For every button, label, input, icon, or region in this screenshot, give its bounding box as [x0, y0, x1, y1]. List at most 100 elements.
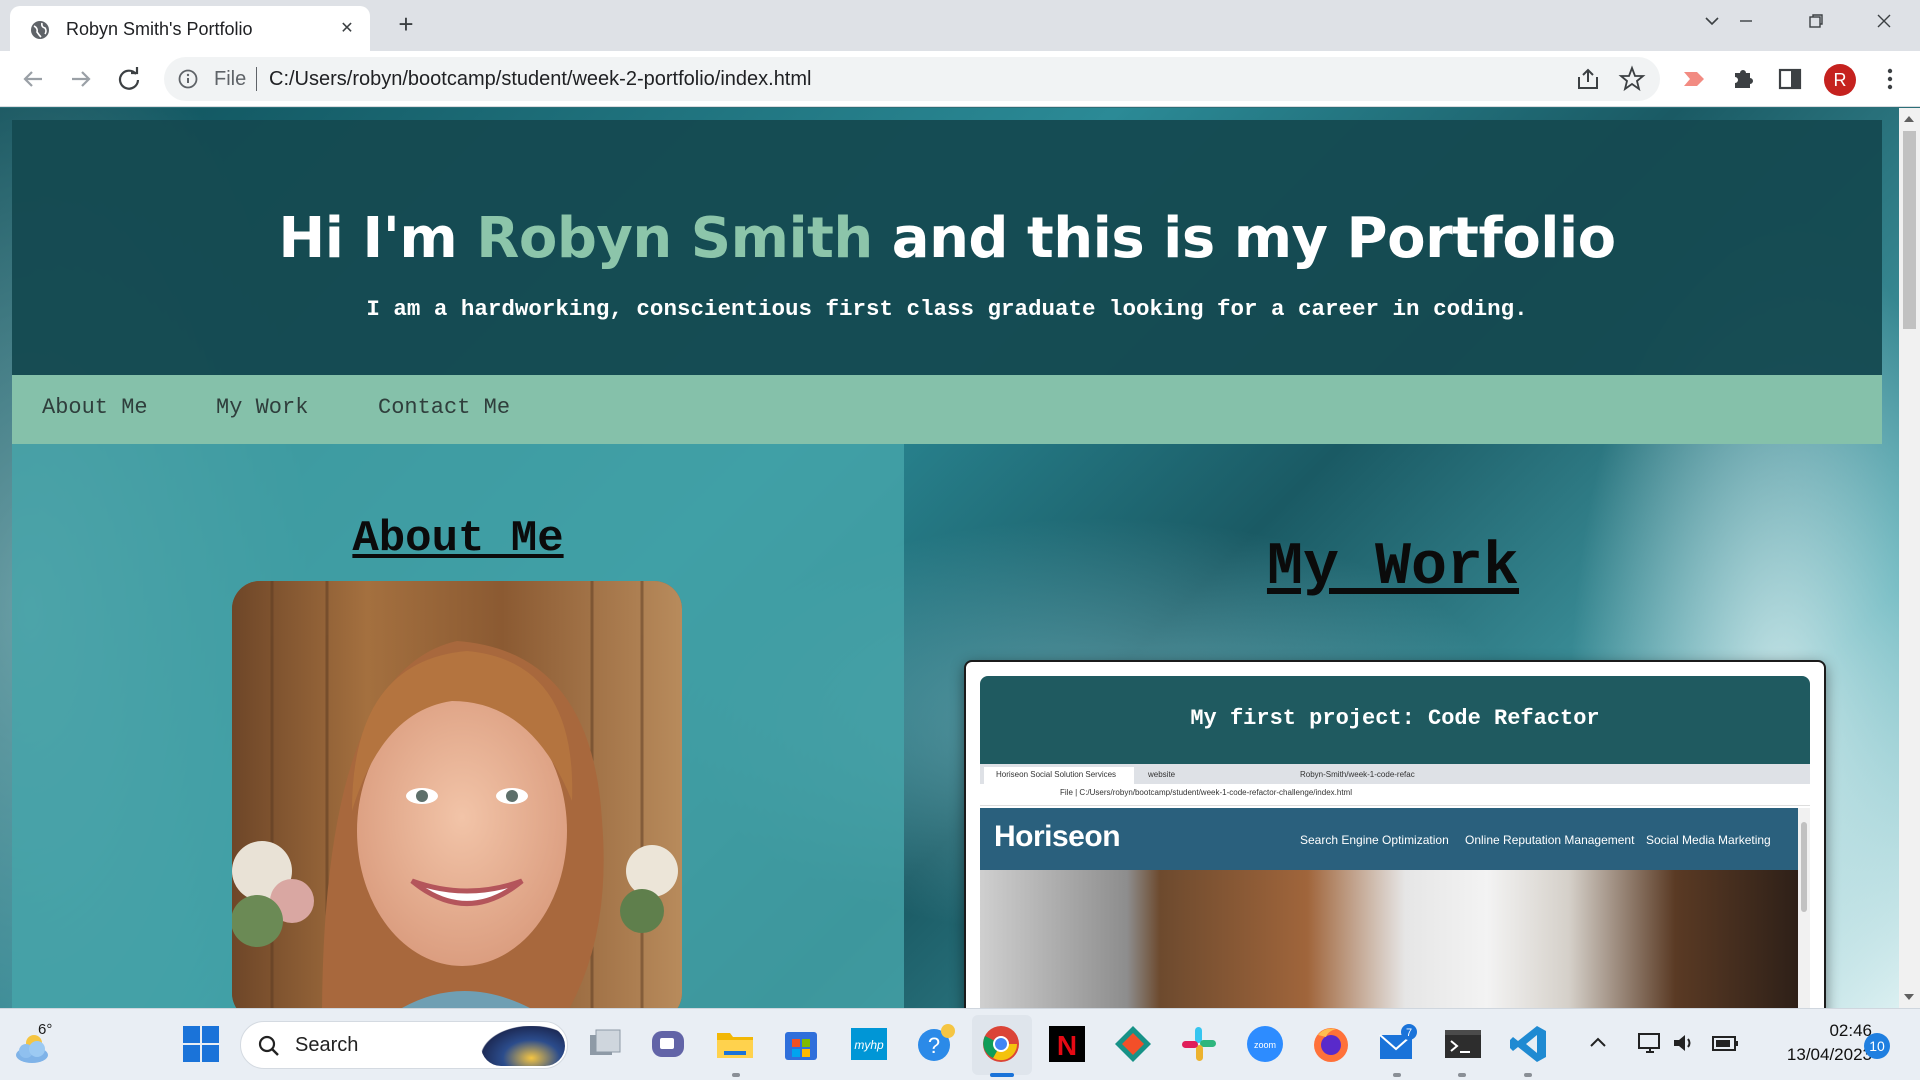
- project-card[interactable]: My first project: Code Refactor Horiseon…: [964, 660, 1826, 1008]
- globe-icon: [31, 21, 49, 39]
- firefox-icon[interactable]: [1310, 1023, 1352, 1065]
- vscode-icon[interactable]: [1508, 1023, 1550, 1065]
- search-icon: [258, 1035, 279, 1056]
- bookmark-star-icon[interactable]: [1618, 65, 1646, 93]
- extensions-icon[interactable]: [1729, 65, 1757, 93]
- headline-name: Robyn Smith: [476, 206, 873, 271]
- chrome-icon[interactable]: [980, 1023, 1022, 1065]
- network-icon[interactable]: [1636, 1029, 1664, 1057]
- mail-icon[interactable]: 7: [1376, 1023, 1418, 1065]
- address-bar[interactable]: File C:/Users/robyn/bootcamp/student/wee…: [164, 57, 1660, 101]
- screenshot-tab: Horiseon Social Solution Services: [984, 767, 1134, 784]
- work-section: My Work My first project: Code Refactor …: [904, 444, 1882, 1008]
- screenshot-nav-link: Social Media Marketing: [1646, 833, 1771, 847]
- tab-title: Robyn Smith's Portfolio: [66, 19, 253, 39]
- file-explorer-icon[interactable]: [714, 1023, 756, 1065]
- cast-extension-icon[interactable]: [1680, 65, 1708, 93]
- screenshot-tab: website: [1148, 770, 1176, 779]
- close-window-icon[interactable]: [1864, 8, 1904, 38]
- gitkraken-icon[interactable]: [1112, 1023, 1154, 1065]
- new-tab-button[interactable]: +: [392, 11, 420, 39]
- about-heading: About Me: [12, 514, 904, 564]
- clock-date: 13/04/2023: [1786, 1045, 1872, 1064]
- nav-link-contact-me[interactable]: Contact Me: [378, 395, 510, 420]
- clock-time: 02:46: [1829, 1021, 1872, 1040]
- page-scrollbar[interactable]: [1899, 108, 1920, 1008]
- page-headline: Hi I'm Robyn Smith and this is my Portfo…: [12, 206, 1882, 271]
- scheme-label: File: [214, 68, 247, 90]
- running-indicator: [1393, 1073, 1401, 1077]
- screenshot-url: File | C:/Users/robyn/bootcamp/student/w…: [1060, 788, 1352, 797]
- taskbar: 6° Search myhp ? N zoom 7 02:46 13/04/20…: [0, 1008, 1920, 1080]
- zoom-icon[interactable]: zoom: [1244, 1023, 1286, 1065]
- browser-toolbar: File C:/Users/robyn/bootcamp/student/wee…: [0, 51, 1920, 107]
- screenshot-nav-link: Search Engine Optimization: [1300, 833, 1449, 847]
- system-clock[interactable]: 02:46 13/04/2023: [1752, 1021, 1872, 1065]
- svg-text:myhp: myhp: [854, 1038, 884, 1052]
- svg-text:N: N: [1057, 1030, 1077, 1061]
- url-text[interactable]: C:/Users/robyn/bootcamp/student/week-2-p…: [269, 68, 811, 91]
- microsoft-store-icon[interactable]: [780, 1023, 822, 1065]
- mail-badge: 7: [1406, 1027, 1412, 1039]
- menu-kebab-icon[interactable]: [1876, 65, 1904, 93]
- side-panel-icon[interactable]: [1776, 65, 1804, 93]
- screenshot-nav-link: Online Reputation Management: [1465, 833, 1635, 847]
- nav-bar: About Me My Work Contact Me: [12, 375, 1882, 444]
- back-icon[interactable]: [18, 64, 48, 94]
- tab-strip: Robyn Smith's Portfolio ✕ +: [0, 0, 1920, 51]
- screenshot-hero-image: [980, 870, 1798, 1008]
- page-viewport: Hi I'm Robyn Smith and this is my Portfo…: [0, 108, 1899, 1008]
- browser-tab[interactable]: Robyn Smith's Portfolio ✕: [10, 6, 370, 51]
- headline-prefix: Hi I'm: [278, 206, 477, 271]
- reload-icon[interactable]: [114, 64, 144, 94]
- project-card-header: My first project: Code Refactor: [980, 676, 1810, 764]
- show-hidden-icons-chevron-icon[interactable]: [1586, 1031, 1610, 1055]
- scroll-down-arrow-icon[interactable]: [1904, 994, 1914, 1000]
- close-tab-icon[interactable]: ✕: [336, 17, 358, 39]
- minimize-icon[interactable]: [1726, 8, 1766, 38]
- svg-text:?: ?: [928, 1033, 940, 1058]
- task-view-icon[interactable]: [584, 1023, 626, 1065]
- get-help-icon[interactable]: ?: [914, 1023, 956, 1065]
- running-indicator: [1458, 1073, 1466, 1077]
- taskbar-search[interactable]: Search: [240, 1021, 568, 1069]
- scheme-divider: [256, 67, 257, 91]
- battery-icon[interactable]: [1710, 1029, 1740, 1057]
- about-heading-text: About Me: [352, 514, 564, 564]
- project-title: My first project: Code Refactor: [1190, 706, 1600, 731]
- active-indicator: [990, 1073, 1014, 1077]
- hero-header: Hi I'm Robyn Smith and this is my Portfo…: [12, 120, 1882, 375]
- teams-chat-icon[interactable]: [648, 1023, 690, 1065]
- about-section: About Me: [12, 444, 904, 1008]
- site-info-icon[interactable]: [178, 69, 198, 89]
- screenshot-site-header: Horiseon Search Engine Optimization Onli…: [980, 808, 1798, 870]
- search-highlight-graphic: [481, 1026, 565, 1066]
- windows-start-icon[interactable]: [180, 1023, 222, 1065]
- nav-link-about-me[interactable]: About Me: [42, 395, 148, 420]
- scroll-up-arrow-icon[interactable]: [1904, 116, 1914, 122]
- screenshot-tab: Robyn-Smith/week-1-code-refac: [1300, 770, 1415, 779]
- slack-icon[interactable]: [1178, 1023, 1220, 1065]
- screenshot-brand: Horiseon: [994, 820, 1121, 853]
- terminal-icon[interactable]: [1442, 1023, 1484, 1065]
- weather-temperature: 6°: [38, 1021, 53, 1038]
- project-screenshot[interactable]: Horiseon Social Solution Services websit…: [980, 764, 1810, 1008]
- nav-link-my-work[interactable]: My Work: [216, 395, 308, 420]
- tagline: I am a hardworking, conscientious first …: [366, 296, 1528, 322]
- screenshot-tab-strip: Horiseon Social Solution Services websit…: [980, 764, 1810, 784]
- search-label: Search: [295, 1034, 359, 1056]
- volume-icon[interactable]: [1670, 1029, 1698, 1057]
- netflix-icon[interactable]: N: [1046, 1023, 1088, 1065]
- share-icon[interactable]: [1574, 65, 1602, 93]
- running-indicator: [1524, 1073, 1532, 1077]
- work-heading: My Work: [904, 534, 1882, 602]
- screenshot-scrollbar: [1798, 808, 1810, 1008]
- profile-avatar[interactable]: R: [1824, 64, 1856, 96]
- forward-icon[interactable]: [66, 64, 96, 94]
- notification-badge[interactable]: 10: [1864, 1033, 1890, 1059]
- myhp-icon[interactable]: myhp: [848, 1023, 890, 1065]
- scrollbar-thumb[interactable]: [1903, 131, 1916, 329]
- svg-text:zoom: zoom: [1254, 1040, 1276, 1050]
- work-heading-text: My Work: [1266, 534, 1520, 602]
- restore-icon[interactable]: [1796, 8, 1836, 38]
